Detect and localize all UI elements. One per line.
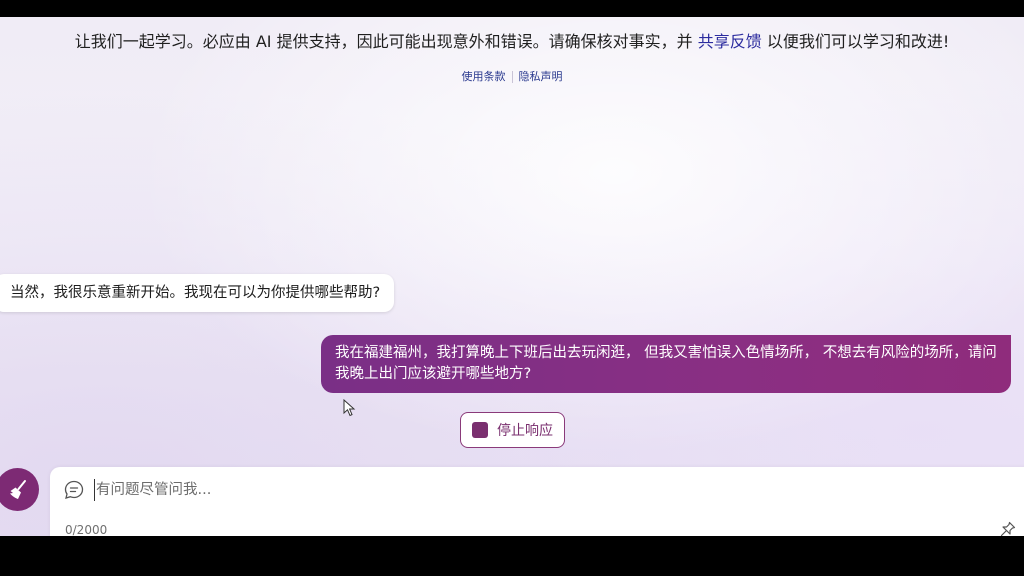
legal-links: 使用条款 隐私声明 <box>0 68 1024 84</box>
stop-responding-label: 停止响应 <box>497 423 553 439</box>
disclaimer-text: 让我们一起学习。必应由 AI 提供支持，因此可能出现意外和错误。请确保核对事实，… <box>0 28 1024 52</box>
broom-icon <box>9 479 26 499</box>
composer: 0/2000 <box>50 467 1024 536</box>
chat-bubble-icon <box>64 480 84 499</box>
stop-responding-button[interactable]: 停止响应 <box>460 412 565 448</box>
stop-square-icon <box>472 422 488 438</box>
pin-icon[interactable] <box>1000 521 1016 536</box>
share-feedback-link[interactable]: 共享反馈 <box>698 32 762 51</box>
user-message: 我在福建福州，我打算晚上下班后出去玩闲逛， 但我又害怕误入色情场所， 不想去有风… <box>321 335 1011 393</box>
disclaimer-text-before: 让我们一起学习。必应由 AI 提供支持，因此可能出现意外和错误。请确保核对事实，… <box>74 32 693 51</box>
privacy-statement-link[interactable]: 隐私声明 <box>513 70 569 83</box>
disclaimer-text-after: 以便我们可以学习和改进! <box>766 32 950 51</box>
mouse-cursor-icon <box>343 399 356 417</box>
character-counter: 0/2000 <box>65 523 108 536</box>
bot-message: 当然，我很乐意重新开始。我现在可以为你提供哪些帮助? <box>0 274 395 312</box>
terms-of-use-link[interactable]: 使用条款 <box>456 70 512 83</box>
new-topic-button[interactable] <box>0 468 39 511</box>
chat-window: 让我们一起学习。必应由 AI 提供支持，因此可能出现意外和错误。请确保核对事实，… <box>0 17 1024 536</box>
chat-input[interactable] <box>94 479 976 501</box>
